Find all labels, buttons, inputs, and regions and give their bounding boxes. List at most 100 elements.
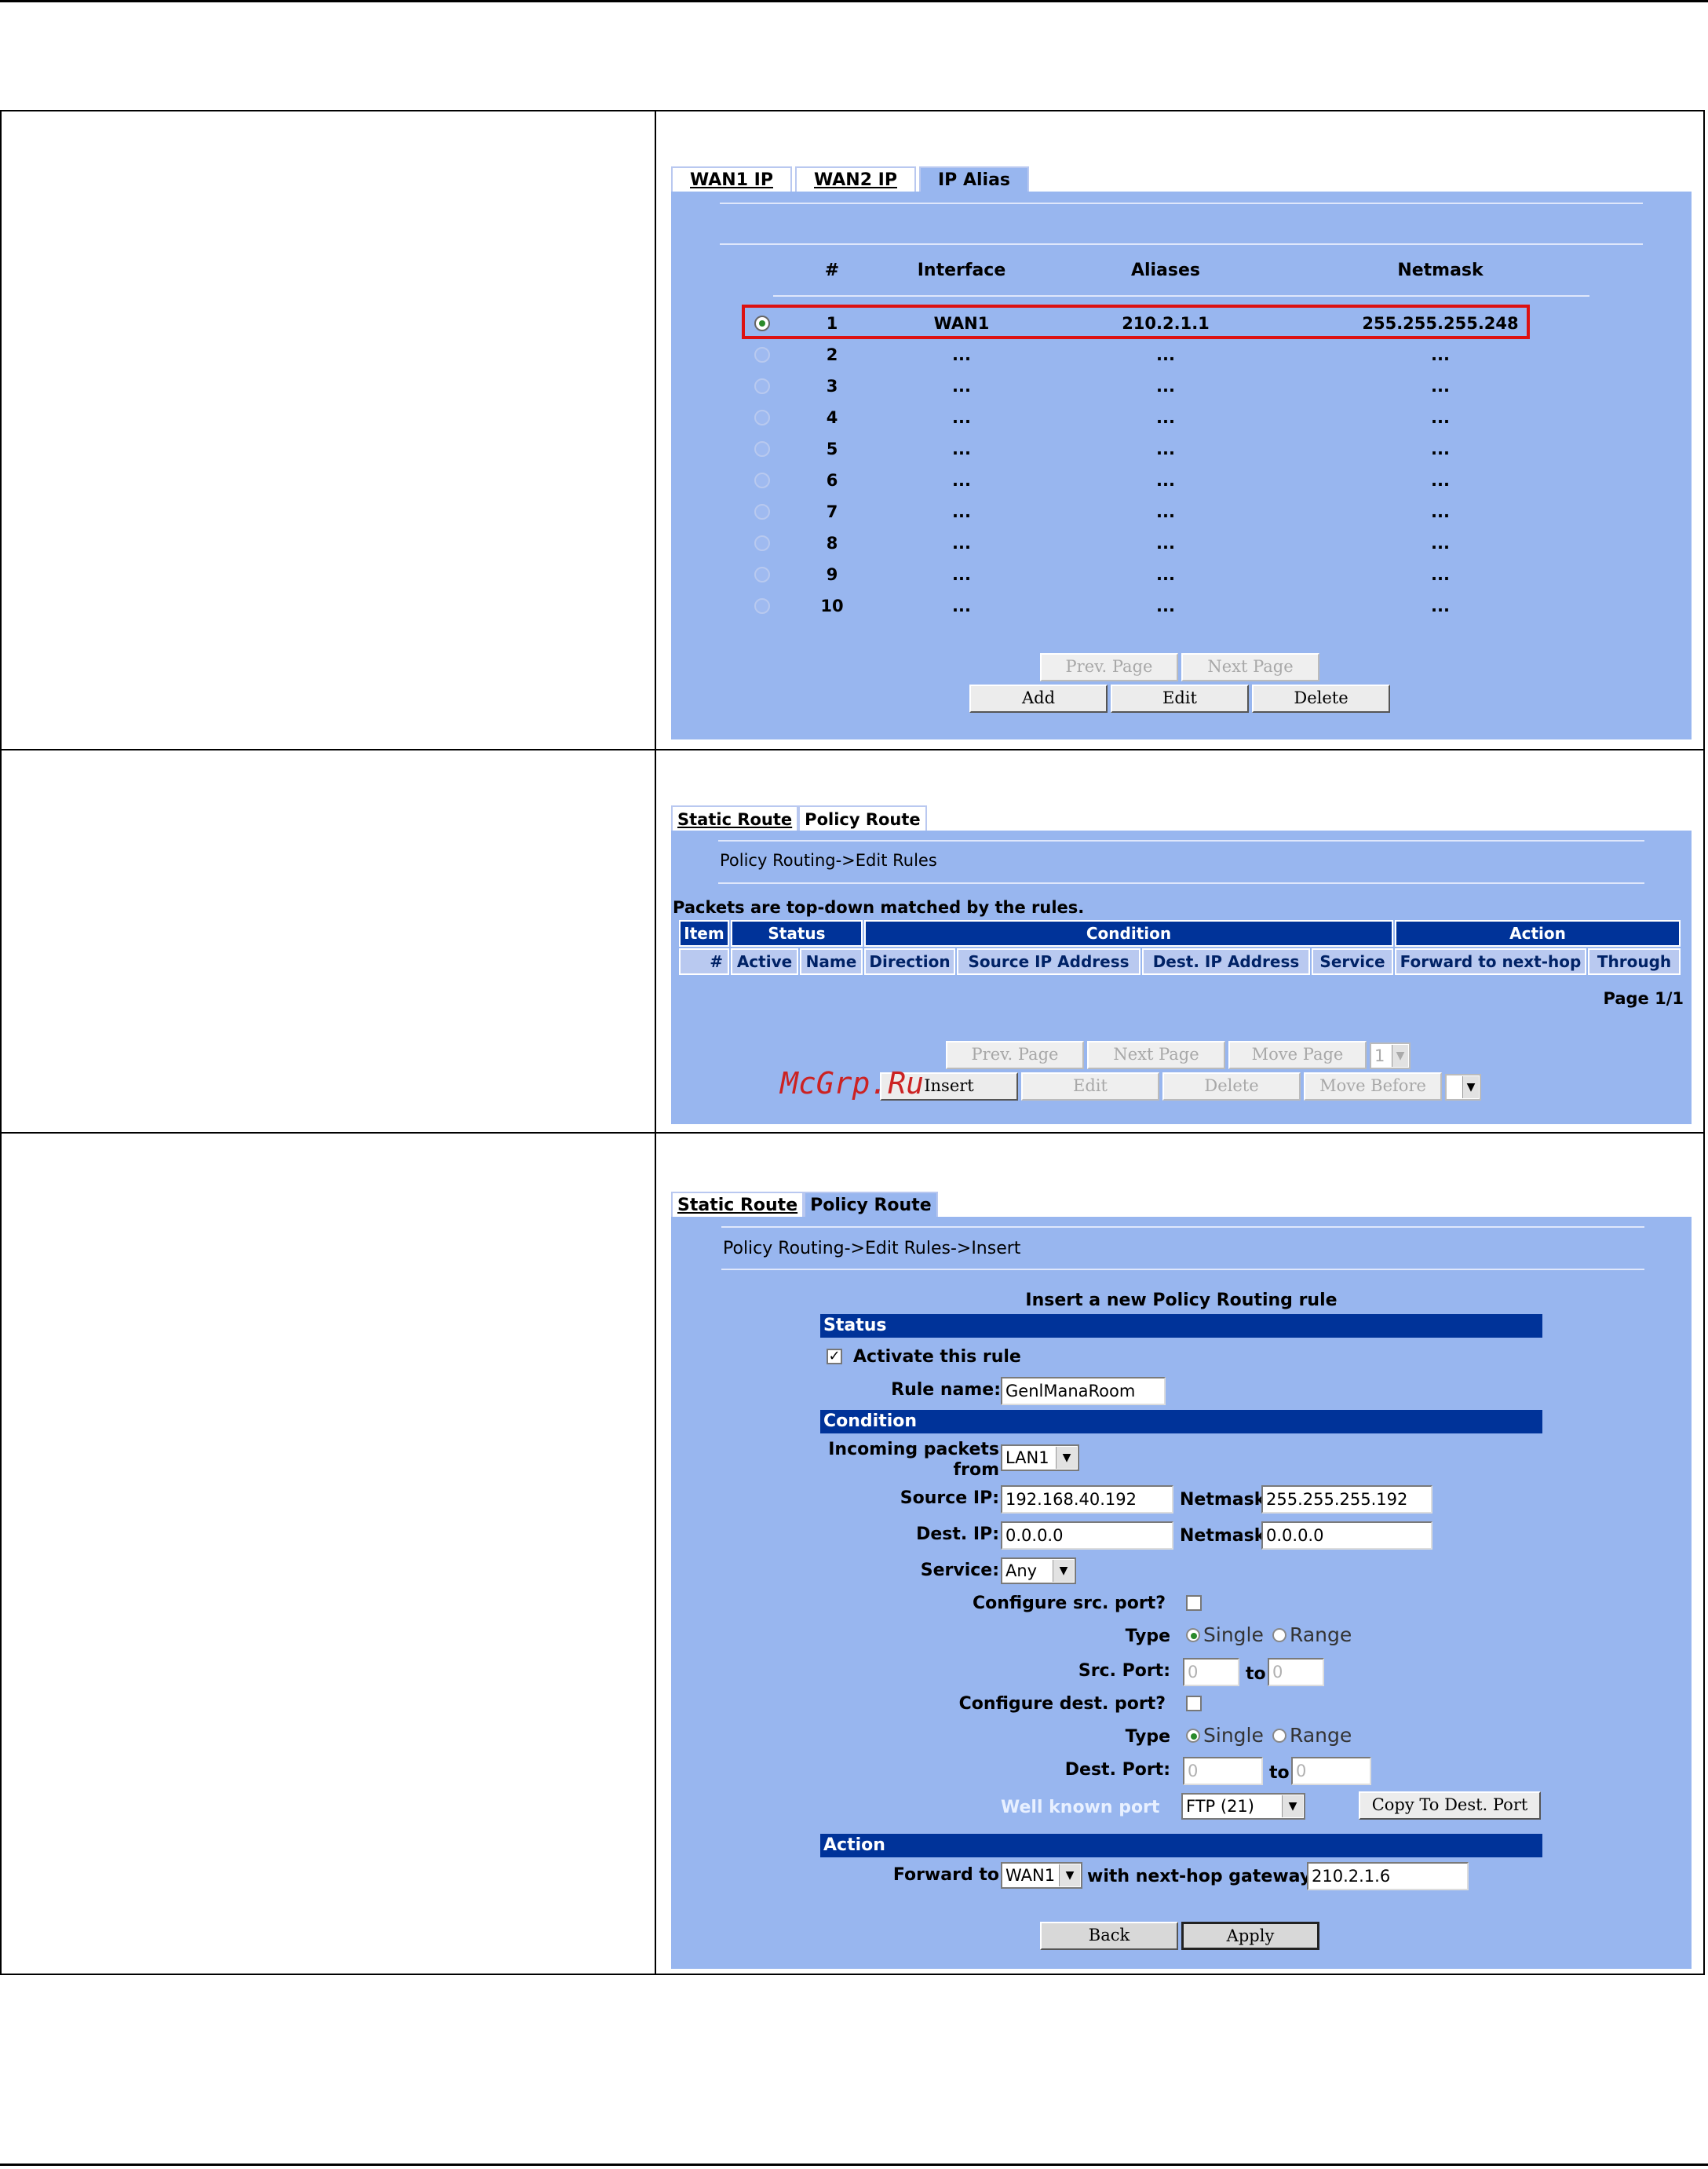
tab-wan1-ip[interactable]: WAN1 IP (671, 166, 792, 192)
description-cell-1 (2, 111, 653, 749)
row-interface: ... (952, 502, 971, 521)
row-radio[interactable] (754, 567, 770, 582)
move-page-button[interactable]: Move Page (1228, 1041, 1367, 1069)
row-radio[interactable] (754, 410, 770, 425)
dest-type-label: Type (1125, 1727, 1170, 1747)
rules-note: Packets are top-down matched by the rule… (673, 898, 1085, 917)
src-range-radio[interactable] (1272, 1628, 1286, 1642)
alias-row[interactable]: 6 ... ... ... (671, 463, 1692, 495)
row-alias: ... (1156, 377, 1175, 396)
add-button[interactable]: Add (969, 685, 1108, 713)
alias-row[interactable]: 8 ... ... ... (671, 526, 1692, 557)
src-single-radio[interactable] (1186, 1628, 1200, 1642)
chevron-down-icon: ▼ (1056, 1447, 1077, 1469)
prev-page-button[interactable]: Prev. Page (946, 1041, 1084, 1069)
row-radio[interactable] (754, 473, 770, 488)
config-dest-port-checkbox[interactable] (1186, 1696, 1202, 1711)
row-number: 10 (820, 597, 844, 615)
dest-port-from-field[interactable]: 0 (1183, 1757, 1263, 1785)
breadcrumb: Policy Routing->Edit Rules (720, 851, 937, 870)
copy-to-dest-port-button[interactable]: Copy To Dest. Port (1359, 1791, 1541, 1820)
chevron-down-icon: ▼ (1282, 1795, 1303, 1817)
src-single-label: Single (1203, 1623, 1264, 1646)
delete-button[interactable]: Delete (1162, 1072, 1301, 1101)
rule-name-field[interactable]: GenlManaRoom (1001, 1377, 1166, 1405)
description-cell-3 (2, 1134, 653, 1974)
incoming-label-line1: Incoming packets (828, 1440, 999, 1459)
route-tabs: Static Route Policy Route (671, 805, 927, 831)
col-header-through: Through (1588, 948, 1681, 975)
gateway-label: with next-hop gateway IP (1087, 1867, 1337, 1886)
dest-range-radio[interactable] (1272, 1729, 1286, 1743)
tab-static-route[interactable]: Static Route (671, 1192, 805, 1217)
alias-row[interactable]: 7 ... ... ... (671, 495, 1692, 526)
alias-row[interactable]: 3 ... ... ... (671, 369, 1692, 400)
next-page-button[interactable]: Next Page (1087, 1041, 1225, 1069)
incoming-label-line2: from (953, 1460, 999, 1480)
row-radio[interactable] (754, 347, 770, 363)
row-radio[interactable] (754, 598, 770, 614)
well-known-port-select[interactable]: FTP (21) ▼ (1181, 1793, 1305, 1820)
src-port-from-field[interactable]: 0 (1183, 1658, 1239, 1686)
tab-policy-route[interactable]: Policy Route (798, 805, 927, 831)
dest-port-to-field[interactable]: 0 (1291, 1757, 1371, 1785)
service-select-value: Any (1005, 1561, 1038, 1580)
src-type-label: Type (1125, 1627, 1170, 1646)
group-header-item: Item (679, 920, 729, 947)
apply-button[interactable]: Apply (1181, 1922, 1319, 1950)
config-dest-port-label: Configure dest. port? (958, 1694, 1166, 1714)
alias-row[interactable]: 4 ... ... ... (671, 400, 1692, 432)
row-netmask: ... (1431, 565, 1450, 584)
col-header-source-ip: Source IP Address (957, 948, 1140, 975)
incoming-select[interactable]: LAN1 ▼ (1001, 1444, 1079, 1471)
delete-button[interactable]: Delete (1252, 685, 1390, 713)
service-label: Service: (920, 1561, 999, 1580)
row-radio[interactable] (754, 535, 770, 551)
next-page-button[interactable]: Next Page (1181, 653, 1319, 681)
alias-row[interactable]: 9 ... ... ... (671, 557, 1692, 589)
activate-rule-label: Activate this rule (853, 1347, 1021, 1367)
alias-row[interactable]: 2 ... ... ... (671, 338, 1692, 369)
move-before-button[interactable]: Move Before (1304, 1072, 1442, 1101)
move-before-select[interactable]: ▼ (1445, 1074, 1481, 1101)
alias-row[interactable]: 10 ... ... ... (671, 589, 1692, 620)
dest-ip-field[interactable]: 0.0.0.0 (1001, 1521, 1173, 1550)
config-src-port-checkbox[interactable] (1186, 1595, 1202, 1611)
src-port-label: Src. Port: (1078, 1661, 1170, 1681)
row-radio[interactable] (754, 316, 770, 331)
source-netmask-field[interactable]: 255.255.255.192 (1261, 1485, 1432, 1514)
source-ip-field[interactable]: 192.168.40.192 (1001, 1485, 1173, 1514)
forward-to-select[interactable]: WAN1 ▼ (1001, 1862, 1082, 1889)
alias-row[interactable]: 5 ... ... ... (671, 432, 1692, 463)
dest-single-radio[interactable] (1186, 1729, 1200, 1743)
row-netmask: ... (1431, 502, 1450, 521)
edit-button[interactable]: Edit (1111, 685, 1249, 713)
tab-static-route[interactable]: Static Route (671, 805, 799, 831)
separator (720, 243, 1643, 245)
tab-wan2-ip[interactable]: WAN2 IP (795, 166, 916, 192)
prev-page-button[interactable]: Prev. Page (1040, 653, 1178, 681)
row-radio[interactable] (754, 378, 770, 394)
row-interface: ... (952, 534, 971, 553)
row-alias: ... (1156, 597, 1175, 615)
src-port-to-field[interactable]: 0 (1268, 1658, 1324, 1686)
well-known-port-value: FTP (21) (1186, 1797, 1254, 1816)
dest-netmask-field[interactable]: 0.0.0.0 (1261, 1521, 1432, 1550)
row-radio[interactable] (754, 504, 770, 520)
service-select[interactable]: Any ▼ (1001, 1557, 1076, 1584)
row-alias: 210.2.1.1 (1122, 314, 1210, 333)
tab-policy-route[interactable]: Policy Route (804, 1192, 938, 1217)
well-known-port-label: Well known port (1001, 1798, 1160, 1817)
page-select[interactable]: 1 ▼ (1370, 1043, 1411, 1069)
separator (718, 882, 1644, 884)
row-radio[interactable] (754, 441, 770, 457)
separator (720, 203, 1643, 204)
back-button[interactable]: Back (1040, 1922, 1178, 1950)
col-header-dest-ip: Dest. IP Address (1142, 948, 1310, 975)
alias-row[interactable]: 1 WAN1 210.2.1.1 255.255.255.248 (671, 306, 1692, 338)
col-header-netmask: Netmask (1397, 261, 1484, 280)
edit-button[interactable]: Edit (1021, 1072, 1159, 1101)
gateway-ip-field[interactable]: 210.2.1.6 (1307, 1862, 1469, 1890)
tab-ip-alias[interactable]: IP Alias (919, 166, 1030, 192)
activate-rule-checkbox[interactable]: ✓ (827, 1349, 842, 1364)
